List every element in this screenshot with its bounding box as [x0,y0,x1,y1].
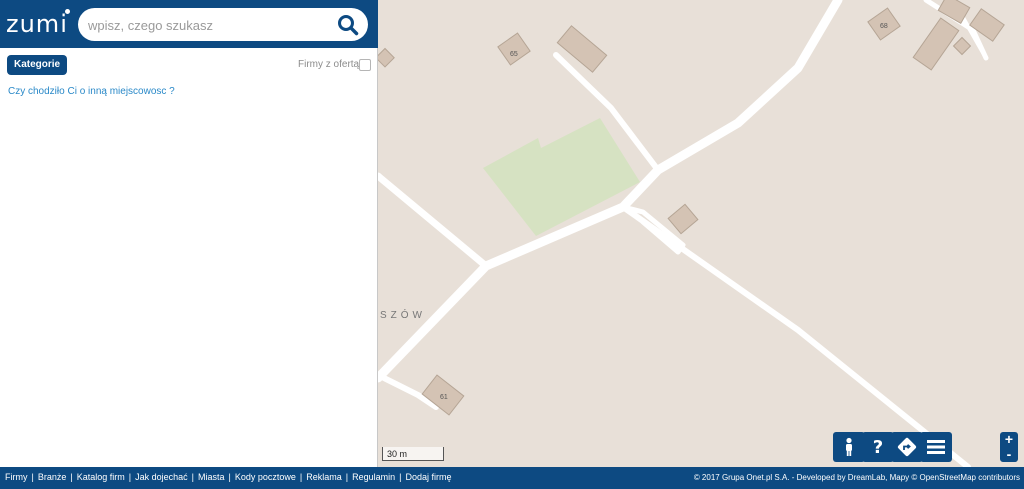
search-input[interactable] [88,14,328,36]
map-scale: 30 m [382,447,444,461]
building-center [667,203,699,235]
search-box [78,8,368,41]
house-number: 61 [440,394,448,401]
zoom-out-button[interactable]: - [1000,447,1018,462]
building-ne-1 [912,17,960,71]
logo-dot [64,9,70,14]
person-icon [846,437,852,456]
copyright-text: © 2017 Grupa Onet.pl S.A. - Developed by… [693,473,1020,482]
road-west [378,172,490,270]
other-location-link[interactable]: Czy chodziło Ci o inną miejscowosc ? [8,86,175,97]
building-ne-2 [952,36,972,56]
categories-button[interactable]: Kategorie [7,55,68,75]
footer-link-branze[interactable]: Branże [38,472,67,482]
building-65 [497,32,531,66]
app-root: zumi Kategorie Firmy z ofertą Czy chodzi… [0,0,1024,489]
logo-text: zumi [6,10,68,38]
zumi-logo[interactable]: zumi [6,9,70,38]
zoom-in-button[interactable]: + [1000,432,1018,447]
menu-icon [927,440,945,454]
footer-bar: Firmy | Branże | Katalog firm | Jak dojecha… [0,467,1024,489]
park-area [483,118,640,236]
house-number: 65 [510,51,518,58]
directions-button[interactable] [891,432,923,462]
footer-link-regulamin[interactable]: Regulamin [352,472,395,482]
footer-link-katalog[interactable]: Katalog firm [77,472,125,482]
footer-link-miasta[interactable]: Miasta [198,472,225,482]
zoom-control: + - [1000,432,1018,462]
footer-link-firmy[interactable]: Firmy [5,472,28,482]
map-canvas[interactable]: 65 68 61 SZÓW [378,0,1024,467]
results-panel: zumi Kategorie Firmy z ofertą Czy chodzi… [0,0,378,467]
house-number: 68 [880,23,888,30]
offer-filter-label: Firmy z ofertą [298,59,360,70]
offer-filter-checkbox[interactable] [359,59,371,71]
footer-link-dodaj[interactable]: Dodaj firmę [405,472,451,482]
route-icon [897,437,917,457]
footer-links: Firmy | Branże | Katalog firm | Jak dojecha… [5,472,452,482]
building-small-left [378,47,395,68]
footer-link-reklama[interactable]: Reklama [306,472,342,482]
footer-link-dojazd[interactable]: Jak dojechać [135,472,188,482]
layers-button[interactable] [920,432,952,462]
map-tiles: 65 68 61 SZÓW [378,0,1005,467]
footer-link-kody[interactable]: Kody pocztowe [235,472,296,482]
header-bar: zumi [0,0,378,48]
question-icon: ? [872,436,884,458]
help-button[interactable]: ? [862,432,894,462]
search-icon[interactable] [336,13,360,37]
place-label: SZÓW [380,308,426,321]
street-view-button[interactable] [833,432,865,462]
